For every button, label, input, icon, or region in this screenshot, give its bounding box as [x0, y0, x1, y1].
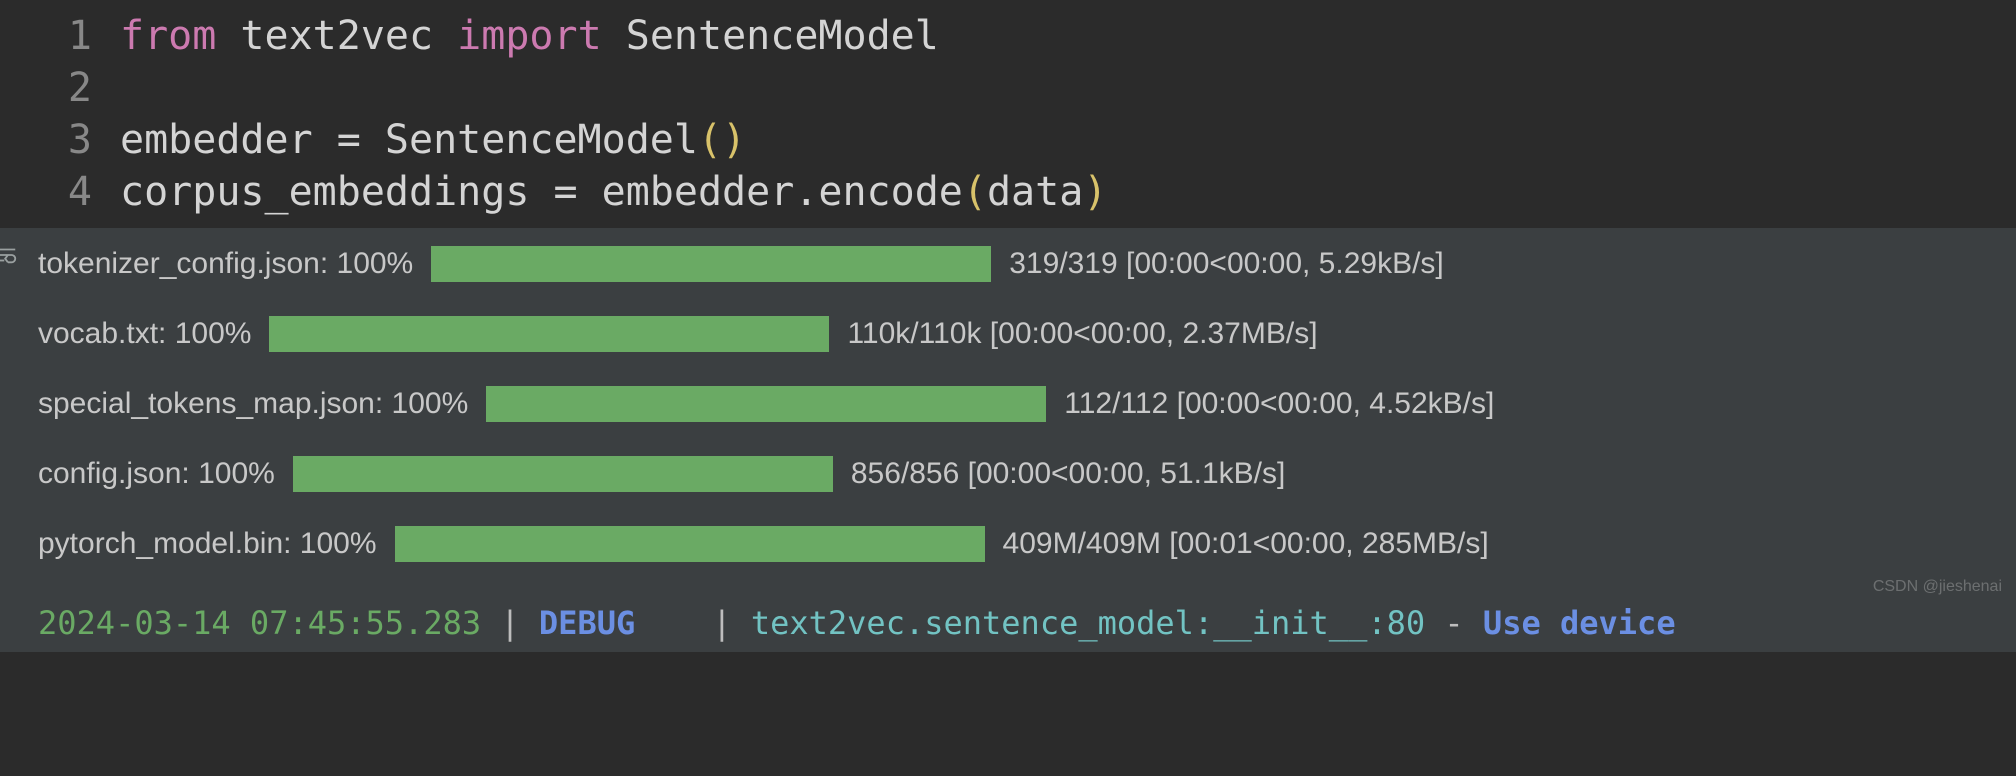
keyword-from: from	[120, 13, 216, 59]
line-number: 3	[0, 114, 92, 166]
progress-bar	[486, 386, 1046, 422]
download-row: tokenizer_config.json: 100% 319/319 [00:0…	[38, 246, 1978, 282]
download-label: config.json: 100%	[38, 457, 275, 491]
download-stats: 110k/110k [00:00<00:00, 2.37MB/s]	[847, 317, 1317, 351]
line-number-gutter: 1 2 3 4	[0, 0, 120, 218]
download-row: config.json: 100% 856/856 [00:00<00:00, 5…	[38, 456, 1978, 492]
download-row: vocab.txt: 100% 110k/110k [00:00<00:00, 2…	[38, 316, 1978, 352]
download-progress-list: tokenizer_config.json: 100% 319/319 [00:0…	[38, 246, 1978, 562]
parens: ()	[698, 117, 746, 163]
log-timestamp: 2024-03-14 07:45:55.283	[38, 604, 481, 642]
code-line-4: corpus_embeddings = embedder.encode	[120, 169, 963, 215]
module-name: text2vec	[240, 13, 433, 59]
log-message: Use device	[1483, 604, 1676, 642]
output-panel[interactable]: tokenizer_config.json: 100% 319/319 [00:0…	[0, 228, 2016, 652]
download-label: vocab.txt: 100%	[38, 317, 251, 351]
download-label: special_tokens_map.json: 100%	[38, 387, 468, 421]
paren-open: (	[963, 169, 987, 215]
line-number: 1	[0, 10, 92, 62]
code-content[interactable]: from text2vec import SentenceModel embed…	[120, 0, 2016, 218]
download-row: special_tokens_map.json: 100% 112/112 [00…	[38, 386, 1978, 422]
code-editor[interactable]: 1 2 3 4 from text2vec import SentenceMod…	[0, 0, 2016, 228]
keyword-import: import	[457, 13, 602, 59]
paren-close: )	[1083, 169, 1107, 215]
progress-bar	[431, 246, 991, 282]
download-stats: 319/319 [00:00<00:00, 5.29kB/s]	[1009, 247, 1444, 281]
line-number: 2	[0, 62, 92, 114]
class-name: SentenceModel	[626, 13, 939, 59]
log-line: 2024-03-14 07:45:55.283 | DEBUG | text2v…	[38, 596, 1978, 642]
log-module: text2vec.sentence_model:__init__:80	[751, 604, 1425, 642]
download-stats: 409M/409M [00:01<00:00, 285MB/s]	[1003, 527, 1489, 561]
download-row: pytorch_model.bin: 100% 409M/409M [00:01<…	[38, 526, 1978, 562]
progress-bar	[395, 526, 985, 562]
log-dash: -	[1425, 604, 1483, 642]
watermark: CSDN @jieshenai	[1873, 578, 2002, 596]
log-sep2: |	[635, 604, 751, 642]
progress-bar	[293, 456, 833, 492]
download-label: tokenizer_config.json: 100%	[38, 247, 413, 281]
wrap-icon[interactable]	[0, 242, 18, 273]
code-line-3: embedder = SentenceModel	[120, 117, 698, 163]
download-stats: 112/112 [00:00<00:00, 4.52kB/s]	[1064, 387, 1494, 421]
line-number: 4	[0, 166, 92, 218]
download-stats: 856/856 [00:00<00:00, 51.1kB/s]	[851, 457, 1286, 491]
download-label: pytorch_model.bin: 100%	[38, 527, 377, 561]
progress-bar	[269, 316, 829, 352]
log-sep: |	[481, 604, 539, 642]
log-level: DEBUG	[539, 604, 635, 642]
arg-data: data	[987, 169, 1083, 215]
